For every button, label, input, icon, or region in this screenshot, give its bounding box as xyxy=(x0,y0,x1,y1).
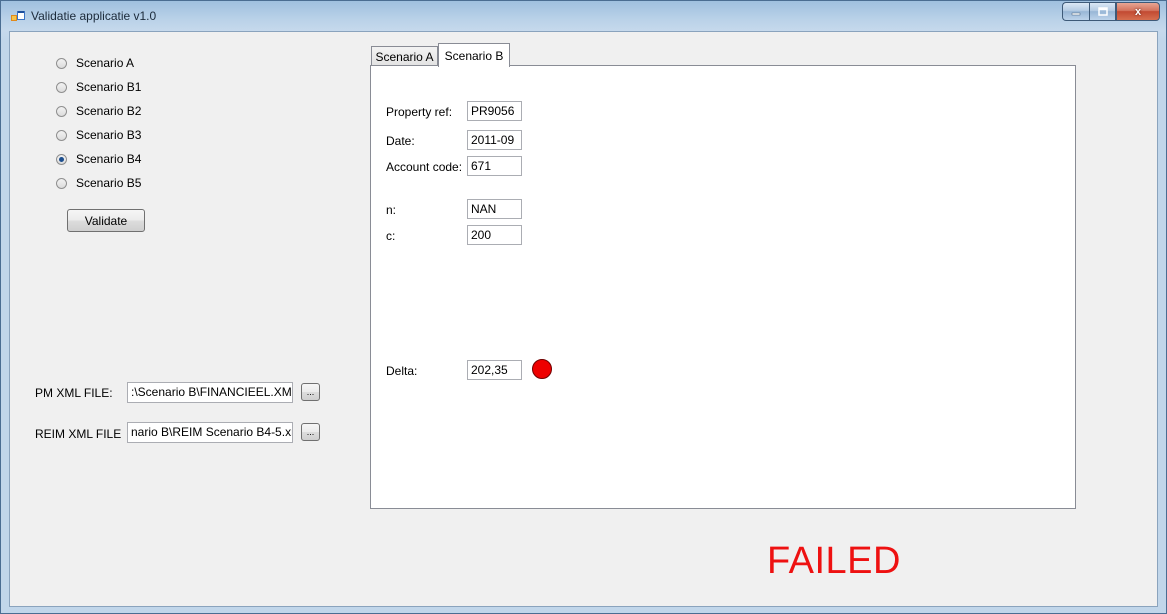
radio-label: Scenario B1 xyxy=(76,80,142,94)
radio-label: Scenario B3 xyxy=(76,128,142,142)
app-window-icon xyxy=(11,11,25,21)
tab-scenario-b[interactable]: Scenario B xyxy=(438,43,510,67)
delta-label: Delta: xyxy=(386,364,418,378)
radio-button[interactable] xyxy=(56,81,67,93)
date-label: Date: xyxy=(386,134,415,148)
main-window: Validatie applicatie v1.0 x Scenario A S… xyxy=(0,0,1167,614)
c-label: c: xyxy=(386,229,396,243)
validate-button[interactable]: Validate xyxy=(67,209,145,232)
radio-button[interactable] xyxy=(56,129,67,141)
caption-buttons: x xyxy=(1062,2,1160,21)
reim-xml-file-label: REIM XML FILE xyxy=(35,427,122,441)
radio-label: Scenario A xyxy=(76,56,135,70)
window-title: Validatie applicatie v1.0 xyxy=(31,9,157,23)
radio-button-checked[interactable] xyxy=(56,153,67,165)
validation-status-text: FAILED xyxy=(767,540,901,582)
radio-label: Scenario B2 xyxy=(76,104,142,118)
n-field[interactable]: NAN xyxy=(467,199,522,219)
radio-button[interactable] xyxy=(56,177,67,189)
radio-label: Scenario B4 xyxy=(76,152,142,166)
pm-xml-file-input[interactable]: :\Scenario B\FINANCIEEL.XML xyxy=(127,382,293,403)
property-ref-field[interactable]: PR9056 xyxy=(467,101,522,121)
delta-field[interactable]: 202,35 xyxy=(467,360,522,380)
date-field[interactable]: 2011-09 xyxy=(467,130,522,150)
maximize-button[interactable] xyxy=(1089,2,1116,21)
reim-xml-file-input[interactable]: nario B\REIM Scenario B4-5.xml xyxy=(127,422,293,443)
tab-page-scenario-b: Property ref: PR9056 Date: 2011-09 Accou… xyxy=(370,65,1076,509)
radio-scenario-a[interactable]: Scenario A xyxy=(56,55,134,71)
minimize-button[interactable] xyxy=(1062,2,1089,21)
radio-button[interactable] xyxy=(56,105,67,117)
maximize-icon xyxy=(1097,7,1108,16)
radio-scenario-b5[interactable]: Scenario B5 xyxy=(56,175,141,191)
radio-scenario-b1[interactable]: Scenario B1 xyxy=(56,79,141,95)
property-ref-label: Property ref: xyxy=(386,105,453,119)
title-bar[interactable]: Validatie applicatie v1.0 x xyxy=(1,1,1166,31)
account-code-label: Account code: xyxy=(386,160,463,174)
tab-scenario-a[interactable]: Scenario A xyxy=(371,46,438,66)
close-icon: x xyxy=(1134,5,1142,18)
client-area: Scenario A Scenario B1 Scenario B2 Scena… xyxy=(9,31,1158,607)
delta-status-indicator xyxy=(532,359,552,379)
n-label: n: xyxy=(386,203,397,217)
reim-xml-browse-button[interactable]: ... xyxy=(301,423,320,441)
minimize-icon xyxy=(1071,12,1081,15)
radio-scenario-b3[interactable]: Scenario B3 xyxy=(56,127,141,143)
radio-scenario-b4[interactable]: Scenario B4 xyxy=(56,151,141,167)
pm-xml-file-label: PM XML FILE: xyxy=(35,386,113,400)
radio-label: Scenario B5 xyxy=(76,176,142,190)
radio-scenario-b2[interactable]: Scenario B2 xyxy=(56,103,141,119)
pm-xml-browse-button[interactable]: ... xyxy=(301,383,320,401)
radio-button[interactable] xyxy=(56,57,67,69)
account-code-field[interactable]: 671 xyxy=(467,156,522,176)
c-field[interactable]: 200 xyxy=(467,225,522,245)
close-button[interactable]: x xyxy=(1116,2,1160,21)
